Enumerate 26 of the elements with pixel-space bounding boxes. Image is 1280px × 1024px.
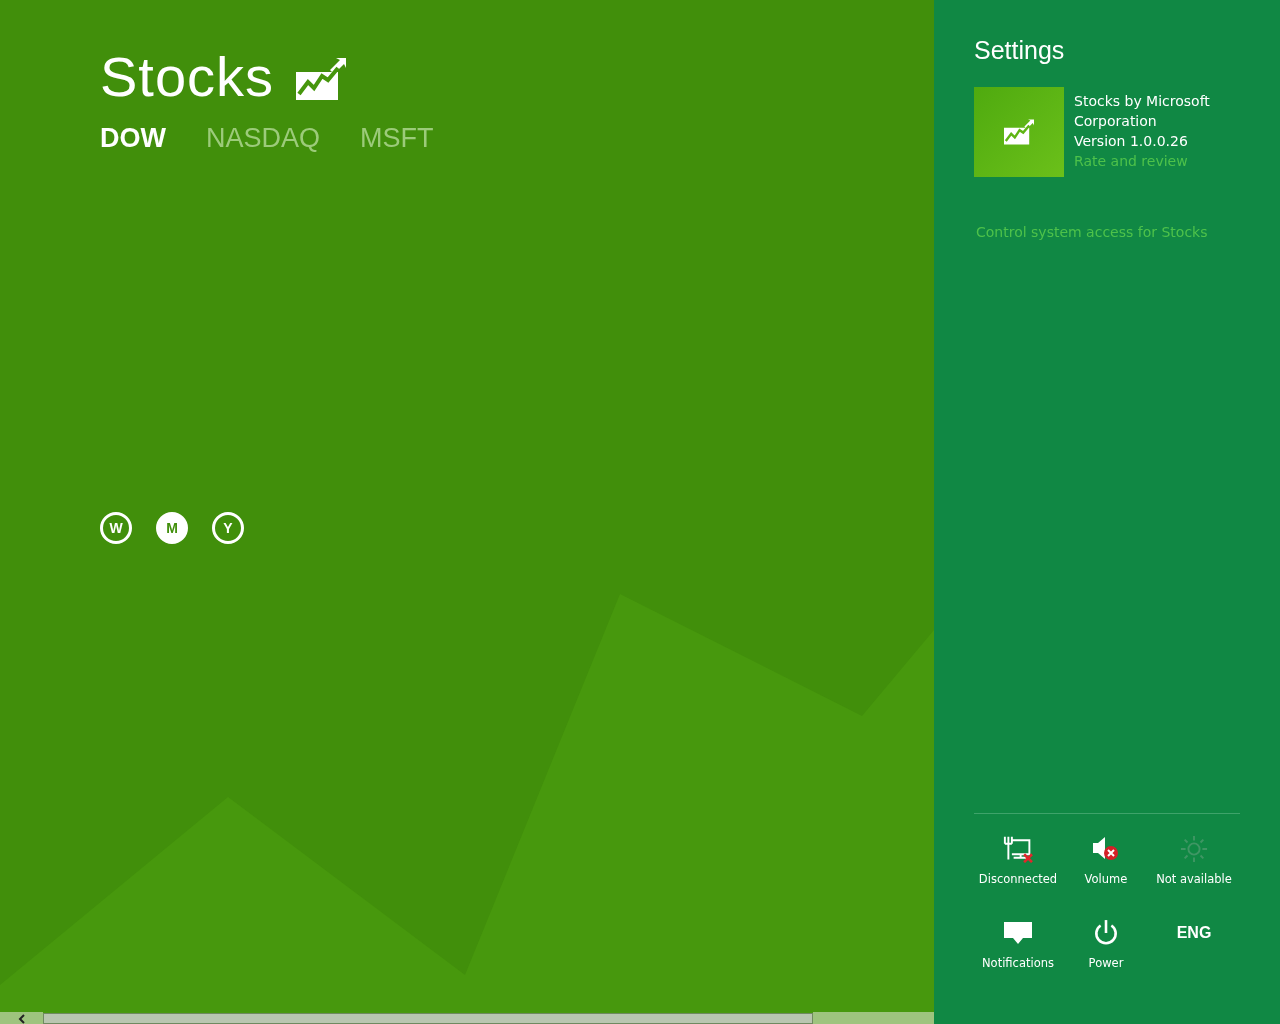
quick-setting-button[interactable]: Disconnected [974, 832, 1062, 886]
quick-setting-button[interactable]: Power [1062, 916, 1150, 970]
language-indicator: ENG [1176, 924, 1212, 942]
publisher-text: Stocks by Microsoft Corporation [1074, 92, 1211, 131]
panel-title: Settings [974, 36, 1066, 65]
tab[interactable]: NASDAQ [206, 123, 320, 154]
chart-icon [1004, 119, 1034, 145]
quick-setting-button[interactable]: ENG [1150, 916, 1238, 970]
app-title: Stocks [100, 44, 275, 109]
range-button[interactable]: Y [212, 512, 244, 544]
chevron-left-icon [16, 1014, 27, 1024]
tab[interactable]: MSFT [360, 123, 434, 154]
version-text: Version 1.0.0.26 [1074, 132, 1189, 151]
quick-setting-label: Disconnected [978, 872, 1058, 886]
chart-icon [296, 57, 347, 100]
quick-setting-label: Notifications [982, 956, 1054, 970]
quick-setting-label: Volume [1084, 872, 1128, 886]
quick-setting-button[interactable]: Notifications [974, 916, 1062, 970]
tab[interactable]: DOW [100, 123, 166, 154]
quick-setting-label: Power [1088, 956, 1124, 970]
quick-setting-label: Not available [1156, 872, 1232, 886]
quick-setting-button[interactable]: Volume [1062, 832, 1150, 886]
scrollbar-thumb[interactable] [43, 1013, 813, 1024]
scroll-left-button[interactable] [0, 1012, 43, 1024]
range-button[interactable]: W [100, 512, 132, 544]
range-button[interactable]: M [156, 512, 188, 544]
